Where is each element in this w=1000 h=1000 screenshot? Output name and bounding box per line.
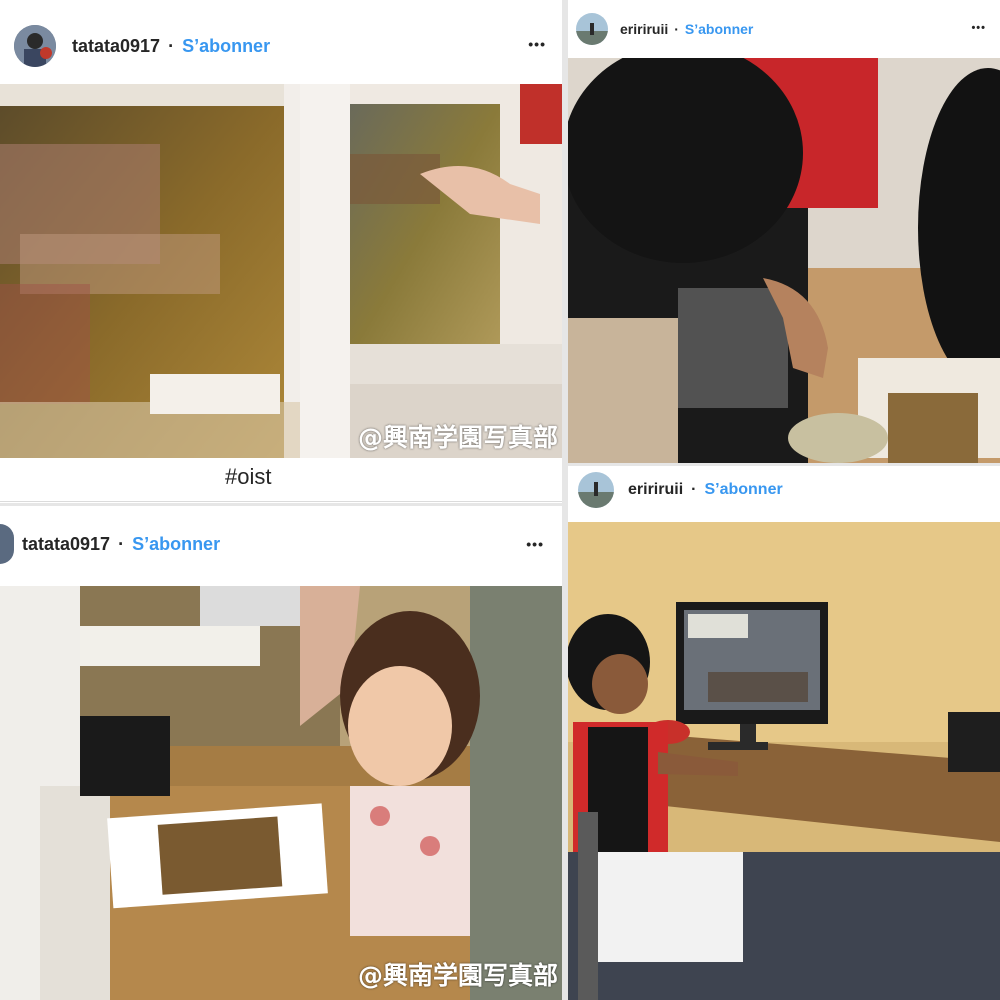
post-header: tatata0917 · S’abonner <box>0 24 562 68</box>
more-options-icon[interactable]: ••• <box>526 536 544 552</box>
more-options-icon[interactable]: ••• <box>971 22 986 34</box>
separator-dot: · <box>674 21 679 37</box>
post-header: eririruii · S’abonner <box>568 12 1000 46</box>
avatar[interactable] <box>576 13 608 45</box>
follow-button[interactable]: S’abonner <box>182 36 270 57</box>
avatar-image <box>0 524 14 564</box>
separator-dot: · <box>118 533 125 554</box>
beehive-observation-photo <box>0 84 562 458</box>
post-header: eririruii · S’abonner <box>568 472 1000 508</box>
watermark: @興南学園写真部 <box>357 961 558 990</box>
post-eririruii-computer: eririruii · S’abonner <box>568 466 1000 1000</box>
follow-button[interactable]: S’abonner <box>132 534 220 555</box>
avatar-image <box>578 472 614 508</box>
post-photo: @興南学園写真部 <box>0 84 562 458</box>
username[interactable]: eririruii <box>620 21 668 37</box>
username[interactable]: tatata0917 <box>22 534 110 555</box>
username[interactable]: tatata0917 <box>72 36 160 57</box>
avatar-image <box>14 25 56 67</box>
post-eririruii-kids: eririruii · S’abonner ••• <box>568 0 1000 463</box>
post-photo <box>568 522 1000 1000</box>
post-tatata0917-hive: tatata0917 · S’abonner ••• @興南学園写真部 #ois… <box>0 0 562 503</box>
username[interactable]: eririruii <box>628 481 683 499</box>
post-photo: @興南学園写真部 <box>0 586 562 1000</box>
follow-button[interactable]: S’abonner <box>704 481 782 499</box>
avatar[interactable] <box>578 472 614 508</box>
post-tatata0917-girl: tatata0917 · S’abonner ••• @興南学園写真部 <box>0 506 562 1000</box>
more-options-icon[interactable]: ••• <box>528 36 546 52</box>
avatar[interactable] <box>14 25 56 67</box>
separator-dot: · <box>168 35 175 56</box>
post-header: tatata0917 · S’abonner <box>0 522 562 566</box>
avatar-image <box>576 13 608 45</box>
post-photo <box>568 58 1000 463</box>
boy-at-computer-photo <box>568 522 1000 1000</box>
watermark: @興南学園写真部 <box>357 423 558 452</box>
avatar[interactable] <box>0 524 14 564</box>
children-looking-photo <box>568 58 1000 463</box>
girl-at-hive-photo <box>0 586 562 1000</box>
follow-button[interactable]: S’abonner <box>685 21 753 37</box>
separator-dot: · <box>691 481 697 498</box>
post-caption: #oist <box>225 464 272 489</box>
divider <box>0 501 562 502</box>
